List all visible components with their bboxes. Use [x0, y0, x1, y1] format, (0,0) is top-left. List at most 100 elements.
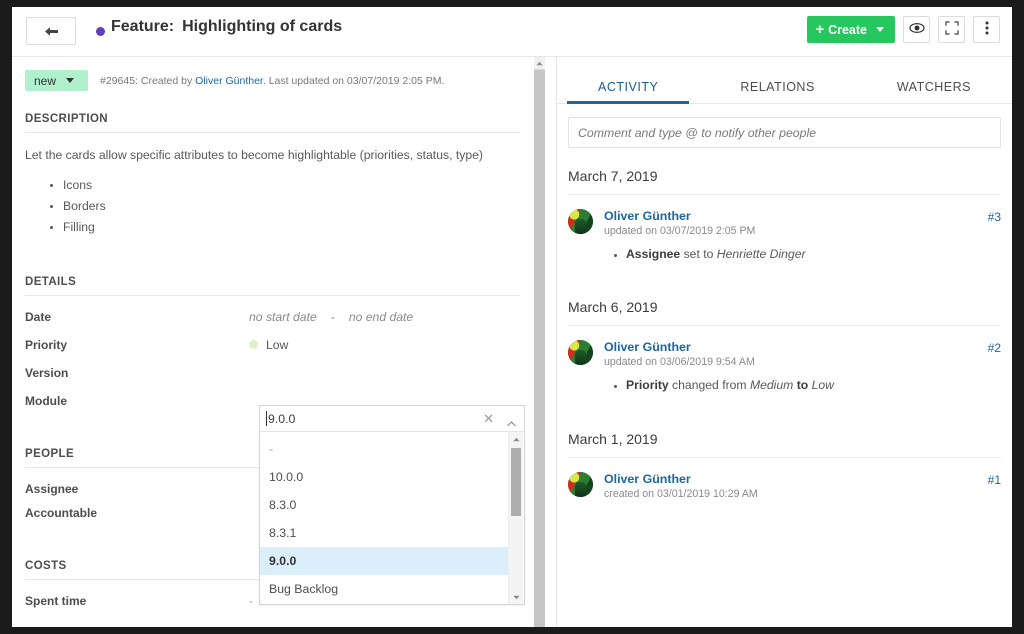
attribute-row-date: Date no start date - no end date [25, 296, 520, 324]
version-dropdown: 9.0.0 ✕ - 10.0.0 8.3.0 8.3.1 9.0.0 [259, 405, 525, 605]
description-bullet-list: Icons Borders Filling [25, 175, 520, 238]
activity-change-item: Assignee set to Henriette Dinger [626, 245, 1001, 265]
activity-number[interactable]: #2 [988, 341, 1001, 355]
activity-entry: Oliver Günther updated on 03/07/2019 2:0… [568, 195, 1001, 265]
accountable-label: Accountable [25, 506, 249, 520]
create-button[interactable]: + Create [807, 16, 895, 43]
attribute-row-module: Module [25, 380, 520, 408]
eye-icon [909, 22, 925, 37]
spent-time-value[interactable]: - [249, 594, 253, 608]
activity-date-heading: March 7, 2019 [568, 148, 1001, 195]
version-option[interactable]: 8.3.1 [260, 519, 508, 547]
avatar[interactable] [568, 340, 593, 365]
change-field: Assignee [626, 247, 680, 261]
activity-entry: Oliver Günther updated on 03/06/2019 9:5… [568, 326, 1001, 396]
fullscreen-button[interactable] [938, 16, 965, 43]
arrow-left-icon [44, 26, 59, 37]
tab-bar: ACTIVITY RELATIONS WATCHERS [557, 57, 1012, 104]
change-new-value: Henriette Dinger [717, 247, 806, 261]
change-old-value: Medium [750, 378, 793, 392]
change-field: Priority [626, 378, 669, 392]
toolbar-actions: + Create [807, 16, 1000, 43]
chevron-down-icon [66, 78, 74, 83]
date-value[interactable]: no start date - no end date [249, 310, 413, 324]
scroll-up-button[interactable] [509, 432, 523, 446]
meta-prefix: #29645: Created by [100, 75, 195, 87]
status-badge-label: new [34, 74, 56, 88]
activity-entry: Oliver Günther created on 03/01/2019 10:… [568, 458, 1001, 500]
page-title: Feature: Highlighting of cards [111, 18, 342, 36]
more-menu-button[interactable] [973, 16, 1000, 43]
version-option-selected[interactable]: 9.0.0 [260, 547, 508, 575]
activity-author[interactable]: Oliver Günther [604, 472, 1001, 486]
activity-body: Oliver Günther created on 03/01/2019 10:… [568, 472, 1001, 500]
version-dropdown-menu: - 10.0.0 8.3.0 8.3.1 9.0.0 Bug Backlog [259, 432, 525, 605]
work-package-type-label: Feature: [111, 18, 174, 35]
activity-number[interactable]: #1 [988, 473, 1001, 487]
date-separator: - [331, 310, 335, 324]
activity-date-heading: March 6, 2019 [568, 279, 1001, 326]
list-item: Icons [63, 175, 520, 196]
tab-watchers[interactable]: WATCHERS [856, 80, 1012, 103]
comment-input[interactable]: Comment and type @ to notify other peopl… [568, 117, 1001, 148]
activity-date-group: March 6, 2019 Oliver Günther updated on … [568, 279, 1001, 396]
scroll-down-button[interactable] [509, 590, 523, 604]
toolbar: Feature: Highlighting of cards + Create [12, 7, 1012, 57]
status-row: new #29645: Created by Oliver Günther. L… [12, 57, 533, 91]
assignee-label: Assignee [25, 482, 249, 496]
dropdown-scrollbar[interactable] [508, 432, 523, 604]
attribute-row-priority: Priority Low [25, 324, 520, 352]
meta-author-link[interactable]: Oliver Günther [195, 75, 263, 87]
tab-activity[interactable]: ACTIVITY [557, 80, 699, 103]
plus-icon: + [815, 22, 824, 37]
change-new-value: Low [812, 378, 834, 392]
work-package-meta: #29645: Created by Oliver Günther. Last … [100, 75, 444, 87]
scroll-up-button[interactable] [534, 57, 545, 70]
description-section-title: DESCRIPTION [25, 91, 520, 133]
scrollbar-thumb[interactable] [511, 448, 521, 516]
status-badge[interactable]: new [25, 70, 88, 91]
version-option[interactable]: 8.3.0 [260, 491, 508, 519]
list-item: Filling [63, 217, 520, 238]
list-item: Borders [63, 196, 520, 217]
activity-body: Oliver Günther updated on 03/06/2019 9:5… [568, 340, 1001, 396]
more-vertical-icon [985, 21, 989, 38]
close-icon[interactable]: ✕ [483, 410, 494, 427]
activity-timestamp: created on 03/01/2019 10:29 AM [604, 486, 1001, 500]
activity-change-list: Priority changed from Medium to Low [604, 376, 1001, 396]
version-option[interactable]: Bug Backlog [260, 575, 508, 603]
chevron-up-icon[interactable] [507, 414, 516, 432]
version-label: Version [25, 366, 249, 380]
work-package-type-dot [96, 27, 105, 36]
left-pane-scrollbar[interactable] [534, 57, 545, 627]
watch-button[interactable] [903, 16, 930, 43]
activity-author[interactable]: Oliver Günther [604, 340, 1001, 354]
activity-change-list: Assignee set to Henriette Dinger [604, 245, 1001, 265]
avatar[interactable] [568, 209, 593, 234]
activity-pane: ACTIVITY RELATIONS WATCHERS Comment and … [557, 57, 1012, 627]
change-mid: to [793, 378, 811, 392]
back-button[interactable] [26, 17, 76, 45]
fullscreen-icon [945, 21, 959, 38]
date-label: Date [25, 310, 249, 324]
activity-author[interactable]: Oliver Günther [604, 209, 1001, 223]
version-option[interactable]: 10.0.0 [260, 463, 508, 491]
version-input-wrapper[interactable]: 9.0.0 ✕ [259, 405, 525, 432]
avatar[interactable] [568, 472, 593, 497]
priority-value[interactable]: Low [249, 338, 288, 352]
tab-relations[interactable]: RELATIONS [699, 80, 855, 103]
work-package-subject: Highlighting of cards [182, 18, 342, 35]
attributes-pane: new #29645: Created by Oliver Günther. L… [12, 57, 533, 627]
end-date-value: no end date [349, 310, 413, 324]
activity-date-group: March 7, 2019 Oliver Günther updated on … [568, 148, 1001, 265]
meta-suffix: . Last updated on 03/07/2019 2:05 PM. [263, 75, 445, 87]
details-section: DETAILS Date no start date - no end date… [25, 254, 520, 408]
activity-body: Oliver Günther updated on 03/07/2019 2:0… [568, 209, 1001, 265]
description-section: DESCRIPTION Let the cards allow specific… [25, 91, 520, 238]
split-view: new #29645: Created by Oliver Günther. L… [12, 57, 1012, 627]
priority-dot-icon [249, 340, 258, 349]
activity-number[interactable]: #3 [988, 210, 1001, 224]
version-option[interactable]: - [260, 435, 508, 463]
description-text[interactable]: Let the cards allow specific attributes … [25, 133, 520, 165]
chevron-down-icon [876, 27, 884, 32]
